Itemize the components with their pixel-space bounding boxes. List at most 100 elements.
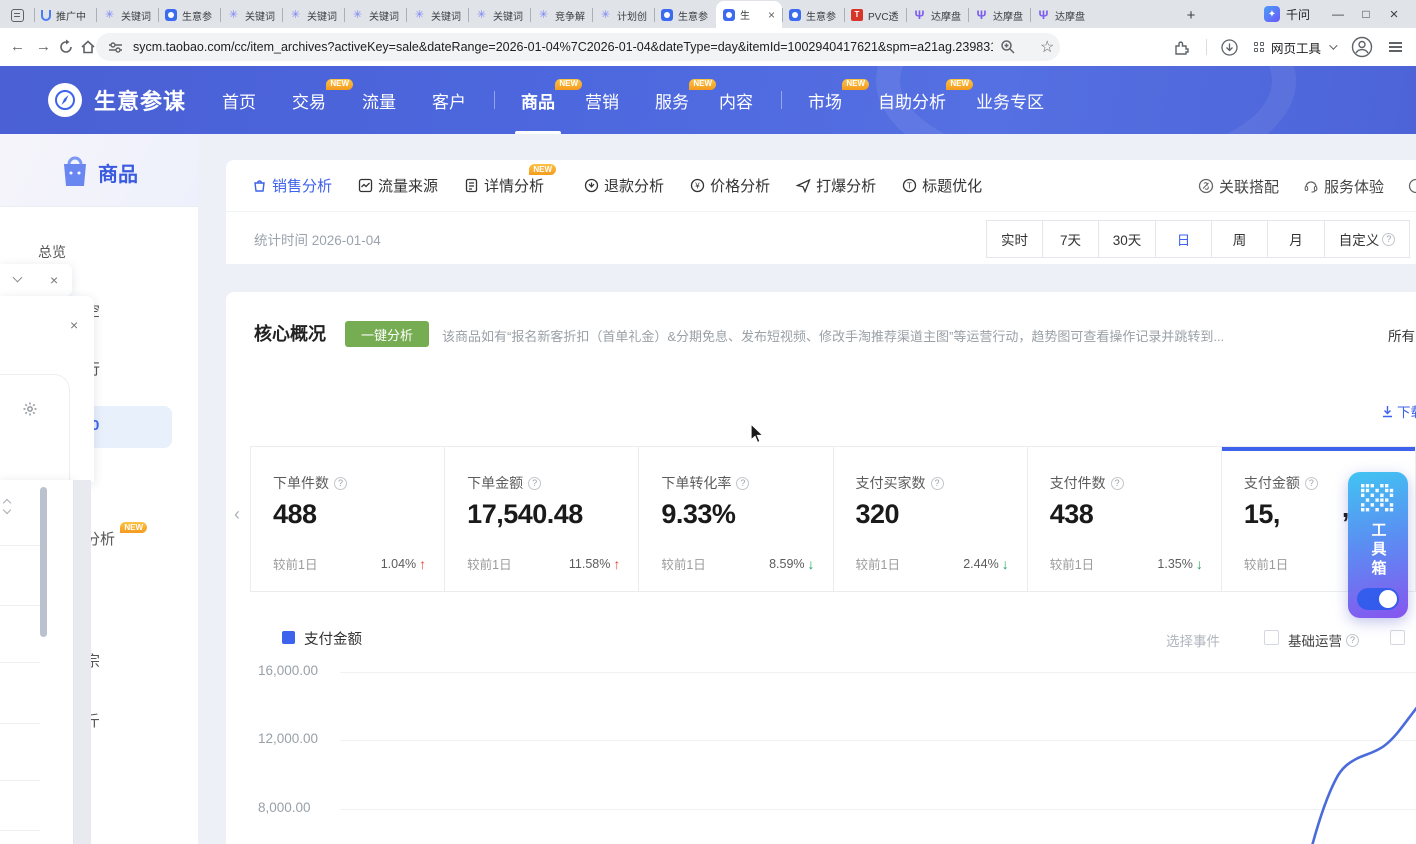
browser-tab[interactable]: ✳关键词	[96, 2, 158, 28]
related-match-link[interactable]: 关联搭配	[1198, 176, 1279, 197]
browser-tab[interactable]: ✳关键词	[468, 2, 530, 28]
browser-tab[interactable]: ✳关键词	[282, 2, 344, 28]
browser-tab[interactable]: 生意参	[782, 2, 844, 28]
chevron-down-icon[interactable]	[13, 273, 23, 283]
home-icon[interactable]	[80, 39, 96, 55]
site-settings-icon[interactable]	[108, 40, 123, 55]
section-title: 核心概况	[254, 320, 326, 346]
window-close-button[interactable]: ×	[1380, 1, 1408, 27]
tab-sales-analysis[interactable]: 销售分析	[252, 175, 332, 196]
gear-icon[interactable]	[22, 401, 38, 417]
browser-tab[interactable]: 生意参	[654, 2, 716, 28]
range-month[interactable]: 月	[1267, 220, 1325, 258]
toolbox-toggle[interactable]	[1357, 588, 1399, 610]
browser-tab[interactable]: Ψ达摩盘	[968, 2, 1030, 28]
service-experience-link[interactable]: 服务体验	[1303, 176, 1384, 197]
close-icon[interactable]: ×	[70, 318, 78, 332]
clipped-icon[interactable]	[1408, 178, 1416, 194]
sycm-logo-icon[interactable]	[48, 83, 82, 117]
legend-label[interactable]: 支付金额	[304, 628, 362, 649]
select-event-label[interactable]: 选择事件	[1166, 630, 1220, 650]
zoom-icon[interactable]	[1000, 39, 1016, 55]
bookmark-star-icon[interactable]: ☆	[1040, 37, 1054, 57]
nav-item-self-analysis[interactable]: 自助分析NEW	[878, 88, 946, 113]
expander-icon[interactable]	[4, 500, 10, 513]
browser-tab[interactable]: ✳计划创	[592, 2, 654, 28]
nav-item-service[interactable]: 服务NEW	[655, 88, 689, 113]
nav-item-home[interactable]: 首页	[222, 88, 256, 113]
sidebar-item-active[interactable]: 0	[86, 406, 172, 448]
new-tab-button[interactable]: +	[1178, 2, 1204, 28]
metric-card-order-cvr[interactable]: 下单转化率? 9.33% 较前1日8.59%↓	[639, 447, 833, 591]
metric-label: 下单金额?	[467, 473, 616, 493]
tab-label: 达摩盘	[993, 8, 1023, 23]
one-click-analyze-button[interactable]: 一键分析	[345, 321, 429, 347]
nav-item-trade[interactable]: 交易NEW	[292, 88, 326, 113]
metric-label: 下单件数?	[273, 473, 422, 493]
range-custom[interactable]: 自定义?	[1324, 220, 1410, 258]
tab-hit-analysis[interactable]: 打爆分析	[796, 175, 876, 196]
nav-item-marketing[interactable]: 营销	[585, 88, 619, 113]
browser-tab[interactable]	[0, 2, 34, 28]
window-maximize-button[interactable]: □	[1352, 1, 1380, 27]
sidebar-item-overview[interactable]: 总览	[38, 242, 66, 262]
metric-card-order-items[interactable]: 下单件数? 488 较前1日1.04%↑	[251, 447, 445, 591]
nav-item-market[interactable]: 市场NEW	[808, 88, 842, 113]
svg-text:¥: ¥	[694, 182, 700, 191]
event-option-label[interactable]: 基础运营?	[1288, 630, 1359, 650]
browser-tab[interactable]: ✳关键词	[406, 2, 468, 28]
reload-icon[interactable]	[58, 39, 74, 55]
range-week[interactable]: 周	[1211, 220, 1268, 258]
metric-card-pay-buyers[interactable]: 支付买家数? 320 较前1日2.44%↓	[834, 447, 1028, 591]
app-brand[interactable]: 生意参谋	[94, 84, 186, 116]
download-link[interactable]: 下载	[1381, 401, 1416, 421]
metric-card-order-amount[interactable]: 下单金额? 17,540.48 较前1日11.58%↑	[445, 447, 639, 591]
nav-item-product[interactable]: 商品NEW	[521, 88, 555, 113]
window-minimize-button[interactable]: —	[1324, 1, 1352, 27]
close-icon[interactable]: ×	[50, 273, 58, 287]
tab-close-icon[interactable]: ×	[768, 9, 775, 21]
browser-tab[interactable]: ✳竞争解	[530, 2, 592, 28]
cards-scroll-left-icon[interactable]: ‹	[234, 504, 240, 525]
browser-tab[interactable]: Ψ达摩盘	[1030, 2, 1092, 28]
browser-tab[interactable]: TPVC透	[844, 2, 906, 28]
profile-avatar-icon[interactable]	[1351, 36, 1373, 58]
metric-card-pay-items[interactable]: 支付件数? 438 较前1日1.35%↓	[1028, 447, 1222, 591]
apps-grid-icon[interactable]	[1254, 42, 1264, 52]
browser-tab-active[interactable]: 生×	[716, 1, 782, 28]
download-icon[interactable]	[1221, 39, 1238, 56]
sidebar: 商品 总览 空 行 0 分析NEW 宗 斤 × ×	[0, 134, 198, 844]
tab-detail-analysis[interactable]: 详情分析 NEW	[464, 175, 544, 196]
event-checkbox[interactable]	[1264, 630, 1279, 645]
browser-tab[interactable]: ✳关键词	[344, 2, 406, 28]
event-checkbox-2[interactable]	[1390, 630, 1405, 645]
top-navigation: 生意参谋 首页 交易NEW 流量 客户 商品NEW 营销 服务NEW 内容 市场…	[0, 66, 1416, 134]
browser-tab[interactable]: ✳关键词	[220, 2, 282, 28]
tab-title-optimize[interactable]: T 标题优化	[902, 175, 982, 196]
chevron-down-icon[interactable]	[1329, 41, 1337, 49]
tab-traffic-source[interactable]: 流量来源	[358, 175, 438, 196]
browser-menu-icon[interactable]	[1389, 40, 1402, 55]
forward-icon[interactable]: →	[36, 38, 51, 55]
browser-tab[interactable]: Ψ达摩盘	[906, 2, 968, 28]
nav-item-customer[interactable]: 客户	[432, 88, 466, 113]
range-realtime[interactable]: 实时	[986, 220, 1043, 258]
nav-item-traffic[interactable]: 流量	[362, 88, 396, 113]
url-field[interactable]: sycm.taobao.com/cc/item_archives?activeK…	[96, 33, 1060, 61]
web-tools-label[interactable]: 网页工具	[1271, 38, 1321, 57]
range-day[interactable]: 日	[1155, 220, 1212, 258]
tab-price-analysis[interactable]: ¥ 价格分析	[690, 175, 770, 196]
back-icon[interactable]: ←	[10, 38, 25, 55]
nav-item-content[interactable]: 内容	[719, 88, 753, 113]
tab-refund-analysis[interactable]: 退款分析	[584, 175, 664, 196]
toolbox-widget[interactable]: 工具箱	[1348, 472, 1408, 618]
browser-tab[interactable]: 推广中	[34, 2, 96, 28]
range-30d[interactable]: 30天	[1098, 220, 1156, 258]
range-7d[interactable]: 7天	[1042, 220, 1099, 258]
scrollbar-thumb[interactable]	[40, 487, 47, 637]
clipped-right-text[interactable]: 所有	[1388, 325, 1415, 345]
extensions-icon[interactable]	[1173, 39, 1190, 56]
nav-item-business-zone[interactable]: 业务专区	[976, 88, 1044, 113]
metric-cards: 下单件数? 488 较前1日1.04%↑ 下单金额? 17,540.48 较前1…	[250, 446, 1416, 592]
browser-tab[interactable]: 生意参	[158, 2, 220, 28]
